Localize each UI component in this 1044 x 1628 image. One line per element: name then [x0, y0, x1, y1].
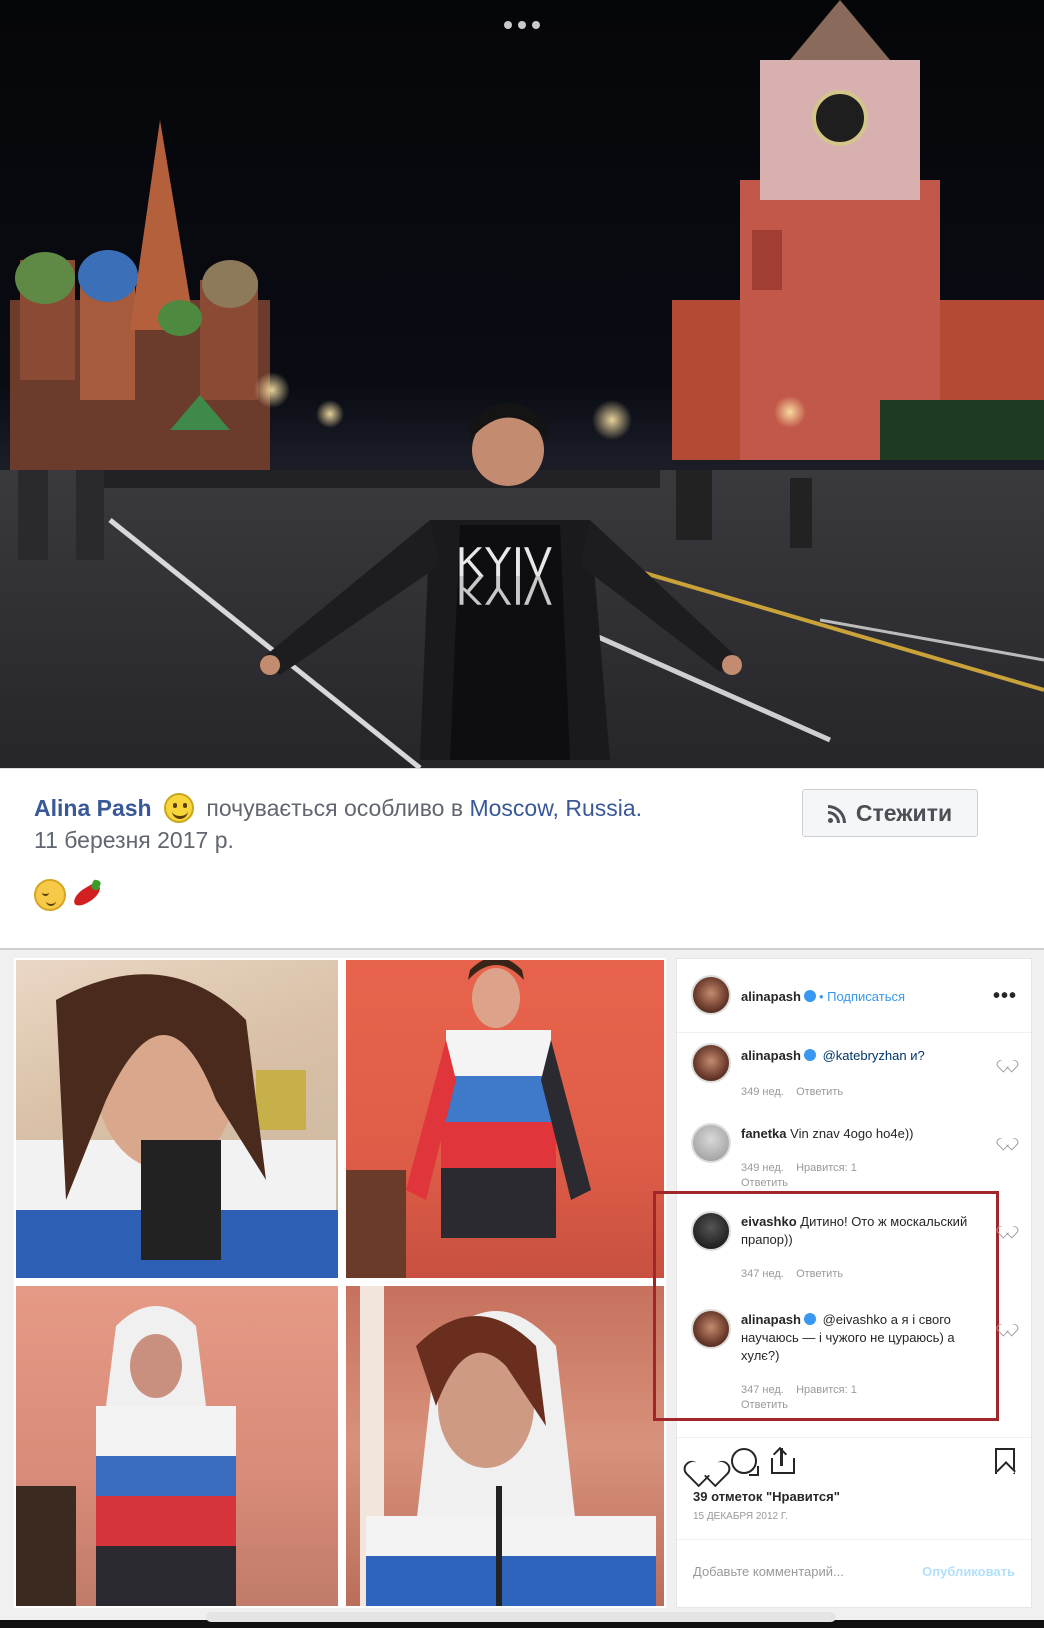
verified-badge-icon	[803, 990, 816, 1002]
moscow-night-photo[interactable]: KYIV KYIV	[0, 0, 1044, 768]
follow-button[interactable]: Стежити	[802, 789, 978, 837]
more-options-icon[interactable]	[500, 18, 544, 32]
comment-time[interactable]: 349 нед.	[741, 1162, 784, 1174]
comment-username[interactable]: fanetka	[741, 1126, 787, 1141]
like-comment-icon[interactable]	[1001, 1055, 1013, 1066]
collage-photo-4	[346, 1286, 664, 1606]
comment-likes[interactable]: Нравится: 1	[796, 1384, 857, 1396]
like-comment-icon[interactable]	[1001, 1221, 1013, 1232]
comment-meta: 347 нед. Нравится: 1 Ответить	[741, 1383, 857, 1413]
reply-link[interactable]: Ответить	[741, 1177, 788, 1189]
header-username-row: alinapash • Подписаться	[741, 989, 905, 1004]
collage-photo-1	[16, 960, 338, 1278]
shirt-text-mirror: KYIV	[456, 567, 552, 614]
comment-icon[interactable]	[731, 1448, 759, 1476]
reply-link[interactable]: Ответить	[741, 1399, 788, 1411]
post-header-line: Alina Pash почувається особливо в Moscow…	[34, 793, 642, 823]
header-username[interactable]: alinapash	[741, 989, 801, 1004]
location-link[interactable]: Moscow, Russia.	[469, 795, 642, 821]
comment-time[interactable]: 347 нед.	[741, 1268, 784, 1280]
add-comment-bar: Добавьте комментарий... Опубликовать	[677, 1539, 1031, 1609]
comment-likes[interactable]: Нравится: 1	[796, 1162, 857, 1174]
photo-art	[16, 1306, 236, 1606]
reply-link[interactable]: Ответить	[796, 1086, 843, 1098]
post-body-emojis	[34, 879, 104, 911]
post-date[interactable]: 11 березня 2017 р.	[34, 827, 234, 854]
likes-count[interactable]: 39 отметок "Нравится"	[693, 1489, 840, 1504]
photo-art	[16, 974, 338, 1278]
collage-photo-3	[16, 1286, 338, 1606]
comment-text: alinapash @eivashko а я і свого научаюсь…	[741, 1311, 981, 1365]
verified-badge-icon	[803, 1049, 816, 1061]
rss-icon	[827, 803, 848, 823]
feeling-smile-icon	[164, 793, 194, 823]
instagram-post-panel: alinapash • Подписаться ••• alinapash @ka…	[653, 958, 1032, 1609]
reply-link[interactable]: Ответить	[796, 1268, 843, 1280]
comment-text: eivashko Дитино! Ото ж москальский прапо…	[741, 1213, 981, 1249]
avatar[interactable]	[691, 1211, 731, 1251]
photo-scene: KYIV KYIV	[0, 0, 1044, 768]
comment-meta: 349 нед. Ответить	[741, 1085, 843, 1100]
comment-username[interactable]: alinapash	[741, 1312, 801, 1327]
post-header: alinapash • Подписаться •••	[677, 959, 1031, 1033]
more-options-icon[interactable]: •••	[993, 985, 1017, 1008]
photo-collage[interactable]	[14, 958, 666, 1608]
comment-body: Vin znav 4ogo ho4e))	[790, 1126, 914, 1141]
comment-text: alinapash @katebryzhan и?	[741, 1047, 981, 1065]
share-icon[interactable]	[771, 1446, 795, 1474]
avatar[interactable]	[691, 1043, 731, 1083]
home-indicator[interactable]	[206, 1612, 836, 1622]
subscribe-link[interactable]: • Подписаться	[819, 989, 905, 1004]
comment-username[interactable]: eivashko	[741, 1214, 797, 1229]
like-comment-icon[interactable]	[1001, 1133, 1013, 1144]
bookmark-icon[interactable]	[995, 1448, 1015, 1474]
instagram-screenshot: alinapash • Подписаться ••• alinapash @ka…	[0, 948, 1044, 1620]
verified-badge-icon	[803, 1313, 816, 1325]
comment-input[interactable]: Добавьте комментарий...	[693, 1564, 844, 1579]
relieved-face-icon	[34, 879, 66, 911]
avatar[interactable]	[691, 1309, 731, 1349]
like-icon[interactable]	[693, 1450, 719, 1474]
post-date[interactable]: 15 декабря 2012 г.	[693, 1511, 788, 1522]
author-link[interactable]: Alina Pash	[34, 795, 152, 821]
photo-art	[346, 960, 591, 1278]
post-actions-bar	[677, 1437, 1031, 1477]
facebook-post-caption: Alina Pash почувається особливо в Moscow…	[0, 768, 1044, 948]
follow-label: Стежити	[855, 799, 953, 826]
like-comment-icon[interactable]	[1001, 1319, 1013, 1330]
collage-photo-2	[346, 960, 664, 1278]
comment-meta: 349 нед. Нравится: 1 Ответить	[741, 1161, 857, 1191]
feeling-text: почувається особливо в	[206, 795, 464, 821]
avatar[interactable]	[691, 1123, 731, 1163]
hot-pepper-icon	[70, 880, 104, 910]
publish-button[interactable]: Опубликовать	[922, 1564, 1015, 1579]
comment-text: fanetka Vin znav 4ogo ho4e))	[741, 1125, 981, 1143]
comment-time[interactable]: 347 нед.	[741, 1384, 784, 1396]
avatar[interactable]	[691, 975, 731, 1015]
comment-body: @katebryzhan и?	[822, 1048, 925, 1063]
comment-username[interactable]: alinapash	[741, 1048, 801, 1063]
comment-time[interactable]: 349 нед.	[741, 1086, 784, 1098]
comment-meta: 347 нед. Ответить	[741, 1267, 843, 1282]
photo-art	[360, 1286, 656, 1606]
